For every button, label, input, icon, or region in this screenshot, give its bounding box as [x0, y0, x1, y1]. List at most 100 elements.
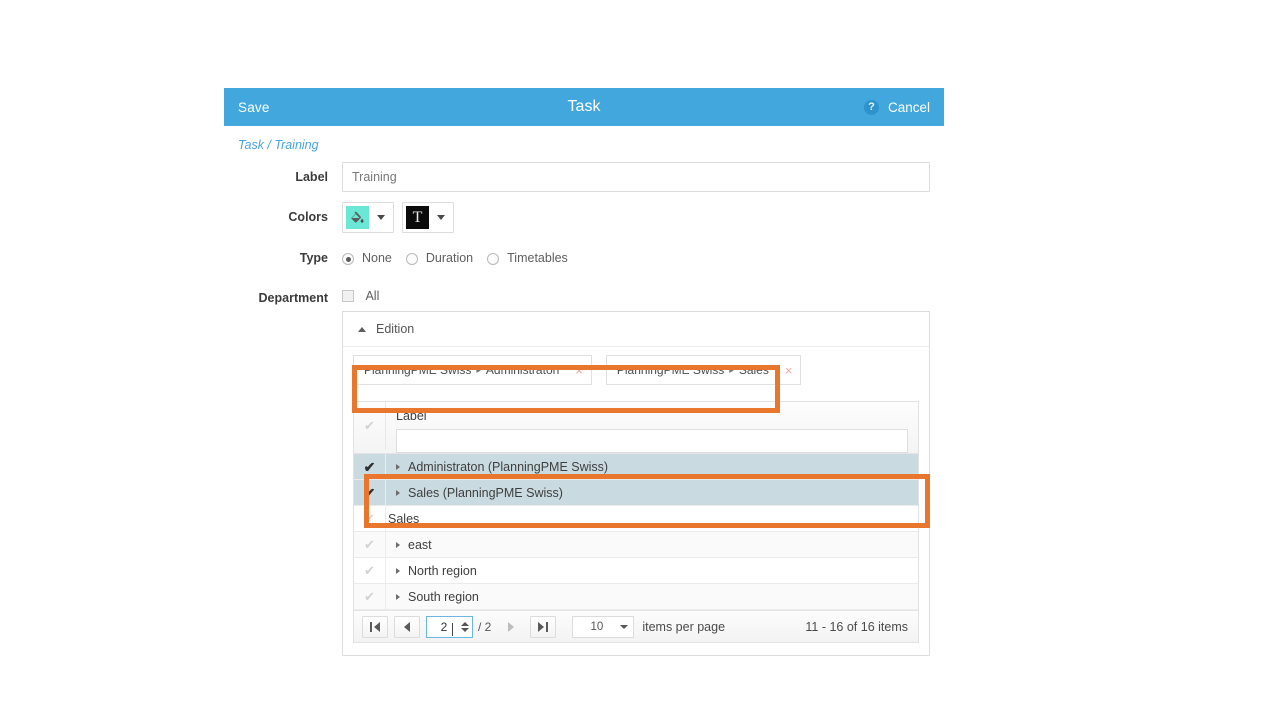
token-remove-icon[interactable]: × [575, 364, 583, 377]
department-field-label: Department [224, 283, 342, 313]
paint-bucket-icon [346, 206, 369, 229]
all-checkbox-label[interactable]: All [365, 289, 379, 303]
next-page-button[interactable] [498, 616, 524, 638]
chevron-down-icon[interactable] [620, 625, 628, 629]
check-icon[interactable]: ✔ [364, 590, 375, 603]
breadcrumb[interactable]: Task / Training [224, 126, 944, 152]
radio-none-label[interactable]: None [362, 243, 392, 273]
table-row[interactable]: ✔ Administraton (PlanningPME Swiss) [354, 454, 918, 480]
type-field-wrap: None Duration Timetables [342, 243, 944, 273]
radio-timetables-label[interactable]: Timetables [507, 243, 568, 273]
grid-header-check-cell: ✔ [354, 402, 386, 449]
stepper-up-icon[interactable] [461, 622, 469, 626]
edition-panel-body: PlanningPME Swiss ▸ Administraton × Plan… [343, 347, 929, 655]
color-buttons-group: T [342, 202, 930, 233]
radio-none[interactable] [342, 253, 354, 265]
table-row[interactable]: ✔ South region [354, 584, 918, 610]
label-field-wrap: Training [342, 162, 944, 192]
row-label: North region [408, 564, 477, 578]
check-icon[interactable]: ✔ [364, 564, 375, 577]
expand-arrow-icon[interactable] [396, 568, 400, 574]
first-page-button[interactable] [362, 616, 388, 638]
task-dialog: Save Task ? Cancel Task / Training Label… [224, 88, 944, 656]
page-size-value: 10 [573, 621, 620, 633]
token-child-label: Administraton [486, 363, 559, 377]
row-label: Sales [388, 512, 419, 526]
next-page-arrow-icon [508, 622, 514, 632]
save-button[interactable]: Save [238, 100, 270, 115]
row-check-cell[interactable]: ✔ [354, 558, 386, 583]
titlebar-right-group: ? Cancel [864, 100, 930, 115]
row-check-cell[interactable]: ✔ [354, 584, 386, 609]
fill-color-chevron-down-icon[interactable] [377, 215, 385, 220]
expand-arrow-icon[interactable] [396, 464, 400, 470]
stepper-arrows[interactable] [461, 622, 469, 632]
radio-duration-label[interactable]: Duration [426, 243, 473, 273]
screen: Save Task ? Cancel Task / Training Label… [0, 0, 1280, 720]
label-input[interactable]: Training [342, 162, 930, 192]
all-checkbox-row: All [342, 283, 930, 309]
edition-panel: Edition PlanningPME Swiss ▸ Administrato… [342, 311, 930, 656]
help-icon[interactable]: ? [864, 100, 879, 115]
text-color-button[interactable]: T [402, 202, 454, 233]
fill-color-button[interactable] [342, 202, 394, 233]
row-label-cell: Sales (PlanningPME Swiss) [386, 480, 918, 505]
page-size-select[interactable]: 10 [572, 616, 634, 638]
all-checkbox[interactable] [342, 290, 354, 302]
token-administraton[interactable]: PlanningPME Swiss ▸ Administraton × [353, 355, 592, 385]
token-parent-label: PlanningPME Swiss [364, 363, 471, 377]
check-icon[interactable]: ✔ [364, 538, 375, 551]
expand-arrow-icon[interactable] [396, 490, 400, 496]
table-row[interactable]: ✔ east [354, 532, 918, 558]
pager-summary: 11 - 16 of 16 items [805, 620, 908, 634]
table-row[interactable]: ✔ Sales [354, 506, 918, 532]
chevron-up-icon[interactable] [358, 327, 366, 332]
check-icon[interactable]: ✔ [364, 486, 376, 500]
row-label-cell: South region [386, 584, 918, 609]
row-check-cell[interactable]: ✔ [354, 506, 386, 531]
check-icon[interactable]: ✔ [364, 512, 375, 525]
edition-panel-header[interactable]: Edition [343, 312, 929, 347]
table-row[interactable]: ✔ Sales (PlanningPME Swiss) [354, 480, 918, 506]
expand-arrow-icon[interactable] [396, 594, 400, 600]
row-check-cell[interactable]: ✔ [354, 480, 386, 505]
expand-arrow-icon[interactable] [396, 542, 400, 548]
token-sales[interactable]: PlanningPME Swiss ▸ Sales × [606, 355, 802, 385]
dialog-title: Task [224, 98, 944, 116]
colors-field-wrap: T [342, 202, 944, 233]
dialog-titlebar: Save Task ? Cancel [224, 88, 944, 126]
grid-filter-input[interactable] [396, 429, 908, 453]
page-number-input[interactable]: 2 [427, 620, 461, 634]
text-color-glyph: T [413, 210, 423, 226]
grid-column-header-label[interactable]: Label [396, 409, 908, 423]
text-color-chevron-down-icon[interactable] [437, 215, 445, 220]
check-icon[interactable]: ✔ [364, 460, 376, 474]
department-field-wrap: All Edition PlanningPME Swiss [342, 283, 944, 656]
type-row: Type None Duration Timetables [224, 243, 944, 273]
last-page-button[interactable] [530, 616, 556, 638]
last-page-icon [546, 622, 548, 632]
previous-page-button[interactable] [394, 616, 420, 638]
row-label-cell: Administraton (PlanningPME Swiss) [386, 454, 918, 479]
row-check-cell[interactable]: ✔ [354, 454, 386, 479]
stepper-down-icon[interactable] [461, 628, 469, 632]
grid-pager: 2 / 2 [354, 610, 918, 642]
selected-departments-tokens: PlanningPME Swiss ▸ Administraton × Plan… [353, 355, 919, 385]
cancel-button[interactable]: Cancel [888, 100, 930, 115]
radio-timetables[interactable] [487, 253, 499, 265]
token-parent-label: PlanningPME Swiss [617, 363, 724, 377]
row-label-cell: North region [386, 558, 918, 583]
row-check-cell[interactable]: ✔ [354, 532, 386, 557]
check-icon[interactable]: ✔ [364, 419, 375, 432]
token-separator-icon: ▸ [476, 365, 481, 376]
grid-header-label-cell: Label [386, 402, 918, 453]
token-remove-icon[interactable]: × [785, 364, 793, 377]
department-row: Department All Edition [224, 283, 944, 656]
row-label: South region [408, 590, 479, 604]
radio-duration[interactable] [406, 253, 418, 265]
row-label: east [408, 538, 432, 552]
text-color-icon: T [406, 206, 429, 229]
table-row[interactable]: ✔ North region [354, 558, 918, 584]
row-label: Administraton (PlanningPME Swiss) [408, 460, 608, 474]
page-number-stepper[interactable]: 2 [426, 616, 473, 638]
